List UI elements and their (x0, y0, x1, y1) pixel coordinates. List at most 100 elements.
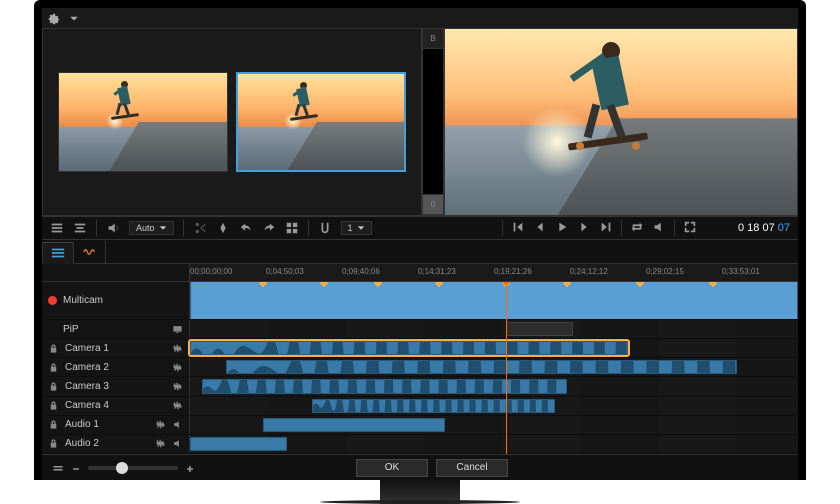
loop-icon[interactable] (630, 220, 644, 234)
track-lane[interactable] (190, 397, 798, 415)
lock-icon[interactable] (48, 362, 59, 373)
angle-1[interactable]: 1 (58, 72, 228, 172)
expand-icon[interactable] (683, 220, 697, 234)
timeline-ruler[interactable]: 00;00;00;00 0;04;50;03 0;09;40;06 0;14;3… (42, 264, 798, 282)
strip-gap (423, 49, 443, 195)
waveform-icon[interactable] (155, 419, 166, 430)
monitor-base (320, 500, 520, 504)
track-label: PiP (63, 324, 166, 335)
screen-icon[interactable] (172, 324, 183, 335)
monitor-frame: 1 2 B 0 (34, 0, 806, 480)
track-header: Multicam (42, 282, 190, 319)
zoom-in-icon[interactable] (184, 462, 196, 474)
track-lane[interactable] (190, 339, 798, 357)
toolbar-right: 0 18 07 07 (502, 220, 798, 236)
track-header: Audio 2 (42, 435, 190, 453)
multicam-lane[interactable] (190, 282, 798, 319)
angle-2[interactable]: 2 (236, 72, 406, 172)
marker-icon[interactable] (216, 221, 230, 235)
snap-icon[interactable] (318, 221, 332, 235)
tab-audio[interactable] (74, 241, 106, 263)
undo-icon[interactable] (239, 221, 253, 235)
track-lane[interactable] (190, 377, 798, 395)
waveform-icon[interactable] (155, 438, 166, 449)
track-lane[interactable] (190, 358, 798, 376)
track-camera1: Camera 1 (42, 339, 798, 358)
track-label: Camera 3 (65, 381, 166, 392)
zoom-slider[interactable] (88, 466, 178, 470)
track-header: Camera 1 (42, 339, 190, 357)
mute-icon[interactable] (172, 419, 183, 430)
track-label: Audio 1 (65, 419, 149, 430)
track-lane[interactable] (190, 435, 798, 453)
list-icon[interactable] (50, 221, 64, 235)
go-end-icon[interactable] (599, 220, 613, 234)
footer-buttons: OK Cancel (196, 459, 668, 477)
tab-tracks[interactable] (42, 242, 74, 264)
zoom-out-icon[interactable] (70, 462, 82, 474)
play-icon[interactable] (555, 220, 569, 234)
footer: OK Cancel (42, 454, 798, 480)
preview-row: 1 2 B 0 (42, 28, 798, 216)
counter-select[interactable]: 1 (341, 221, 372, 235)
angle-thumb (238, 74, 404, 170)
track-label: Multicam (63, 295, 103, 306)
track-lane[interactable] (190, 416, 798, 434)
cancel-button[interactable]: Cancel (436, 459, 508, 477)
redo-icon[interactable] (262, 221, 276, 235)
clip-camera1[interactable] (190, 341, 628, 355)
speaker2-icon[interactable] (652, 220, 666, 234)
track-camera3: Camera 3 (42, 377, 798, 396)
pip-lane[interactable] (190, 320, 798, 338)
timeline-body: Multicam PiP Camera 1 (42, 282, 798, 454)
track-header: Camera 3 (42, 377, 190, 395)
lock-icon[interactable] (48, 343, 59, 354)
strip-zero-label: 0 (423, 195, 443, 215)
track-header: Camera 4 (42, 397, 190, 415)
clip-camera2[interactable] (226, 360, 737, 374)
app-screen: 1 2 B 0 (42, 8, 798, 480)
align-icon[interactable] (73, 221, 87, 235)
track-camera4: Camera 4 (42, 397, 798, 416)
waveform-icon[interactable] (172, 343, 183, 354)
clip-camera3[interactable] (202, 379, 567, 393)
track-header: PiP (42, 320, 190, 338)
toolbar: Auto 1 (42, 216, 798, 240)
grid-icon[interactable] (285, 221, 299, 235)
track-audio1: Audio 1 (42, 416, 798, 435)
cut-icon[interactable] (193, 221, 207, 235)
collapse-tracks-icon[interactable] (52, 462, 64, 474)
transport-controls (511, 220, 697, 236)
program-monitor[interactable] (444, 28, 798, 216)
track-audio2: Audio 2 (42, 435, 798, 454)
mute-icon[interactable] (172, 438, 183, 449)
clip-audio1[interactable] (263, 418, 445, 432)
gear-icon[interactable] (48, 12, 60, 24)
toolbar-left: Auto 1 (42, 220, 502, 236)
pip-clip[interactable] (506, 322, 573, 336)
speaker-icon[interactable] (106, 221, 120, 235)
ruler-ticks: 00;00;00;00 0;04;50;03 0;09;40;06 0;14;3… (190, 264, 798, 281)
record-dot-icon[interactable] (48, 296, 57, 305)
chevron-down-icon[interactable] (68, 12, 80, 24)
step-fwd-icon[interactable] (577, 220, 591, 234)
clip-camera4[interactable] (312, 399, 555, 413)
lock-icon[interactable] (48, 438, 59, 449)
track-label: Audio 2 (65, 438, 149, 449)
step-back-icon[interactable] (533, 220, 547, 234)
sync-mode-select[interactable]: Auto (129, 221, 174, 235)
waveform-icon[interactable] (172, 381, 183, 392)
sync-mode-label: Auto (136, 223, 155, 233)
video-scope-strip: B 0 (422, 28, 444, 216)
lock-icon[interactable] (48, 381, 59, 392)
clip-audio2[interactable] (190, 437, 287, 451)
lock-icon[interactable] (48, 419, 59, 430)
go-start-icon[interactable] (511, 220, 525, 234)
ok-button[interactable]: OK (356, 459, 428, 477)
zoom-thumb[interactable] (116, 462, 128, 474)
waveform-icon[interactable] (172, 362, 183, 373)
waveform-icon[interactable] (172, 400, 183, 411)
strip-b-label: B (423, 29, 443, 49)
lock-icon[interactable] (48, 400, 59, 411)
timecode-display: 0 18 07 07 (738, 222, 790, 235)
